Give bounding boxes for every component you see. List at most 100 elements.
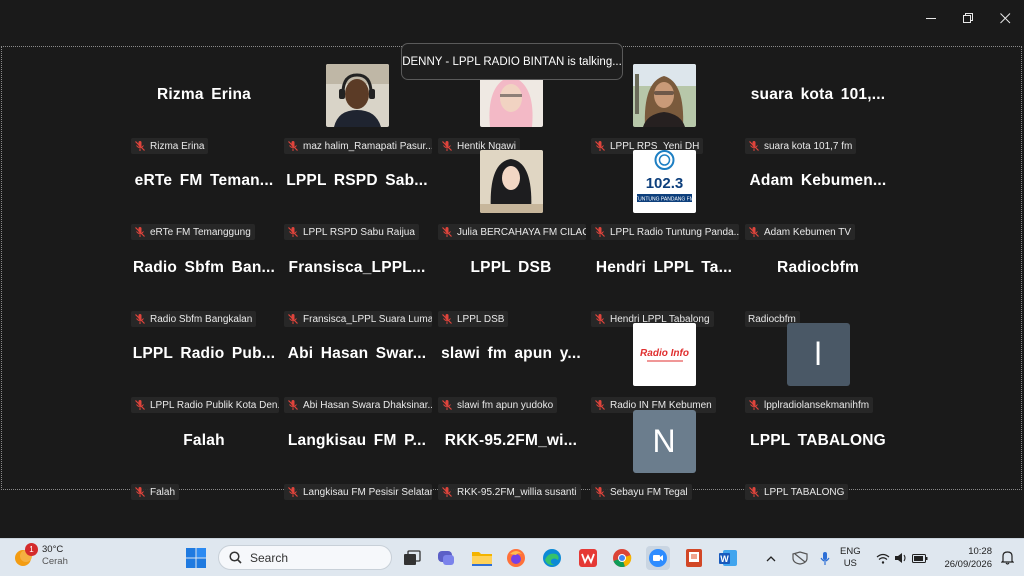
participant-tile[interactable]: suara kota 101,... suara kota 101,7 fm	[744, 63, 892, 154]
participant-name-label: Falah	[131, 484, 180, 500]
participant-name: RKK-95.2FM_willia susanti	[457, 486, 577, 498]
tile-content: LPPL DSB	[437, 236, 585, 300]
participant-tile[interactable]: LPPL Radio Pub... LPPL Radio Publik Kota …	[130, 322, 279, 413]
participant-tile[interactable]: Julia BERCAHAYA FM CILAC...	[437, 149, 586, 240]
tile-content: Fransisca_LPPL...	[283, 236, 431, 300]
participant-display-name: Radiocbfm	[777, 259, 859, 276]
participant-name-label: RKK-95.2FM_willia susanti	[438, 484, 581, 500]
participant-tile[interactable]: Adam Kebumen... Adam Kebumen TV	[744, 149, 892, 240]
participant-display-name: LPPL TABALONG	[750, 432, 886, 449]
weather-temp: 30°C	[42, 544, 64, 555]
participant-tile[interactable]: Radio Info Radio IN FM Kebumen	[590, 322, 738, 413]
participant-display-name: slawi fm apun y...	[441, 345, 581, 362]
participant-name-label: LPPL TABALONG	[745, 484, 849, 500]
participant-video	[632, 63, 696, 127]
task-view-icon[interactable]	[400, 546, 424, 570]
edge-icon[interactable]	[540, 546, 564, 570]
restore-button[interactable]	[950, 0, 987, 36]
participant-tile[interactable]: Radio Sbfm Ban... Radio Sbfm Bangkalan	[130, 236, 278, 327]
chat-icon[interactable]	[434, 546, 458, 570]
avatar: l	[786, 322, 850, 386]
chrome-icon[interactable]	[610, 546, 634, 570]
tile-content: LPPL RSPD Sab...	[283, 149, 431, 213]
participant-tile[interactable]: Langkisau FM P... Langkisau FM Pesisir Se…	[283, 409, 432, 500]
tile-content: Abi Hasan Swar...	[283, 322, 431, 386]
zoom-icon[interactable]	[646, 546, 670, 570]
participant-tile[interactable]: eRTe FM Teman... eRTe FM Temanggung	[130, 149, 278, 240]
mic-muted-icon	[134, 486, 146, 498]
participant-tile[interactable]: Rizma Erina Rizma Erina	[130, 63, 278, 154]
participant-tile[interactable]: Abi Hasan Swar... Abi Hasan Swara Dhaksin…	[283, 322, 432, 413]
tile-content: Hendri LPPL Ta...	[590, 236, 738, 300]
windows-taskbar: 1 30°C Cerah Search W ENG US 10:28 26/09…	[0, 538, 1024, 576]
participant-video: Radio Info	[632, 322, 696, 386]
weather-widget[interactable]: 1 30°C Cerah	[14, 543, 68, 568]
mic-muted-icon	[594, 486, 606, 498]
tile-content: Radio Sbfm Ban...	[130, 236, 278, 300]
participant-display-name: Langkisau FM P...	[287, 432, 427, 449]
participant-tile[interactable]: 102.3 TUNTUNG PANDANG FM LPPL Radio Tuntun…	[590, 149, 739, 240]
firefox-icon[interactable]	[504, 546, 528, 570]
participant-name: Falah	[150, 486, 176, 498]
tile-content: 102.3 TUNTUNG PANDANG FM	[590, 149, 738, 213]
participant-tile[interactable]: slawi fm apun y... slawi fm apun yudoko	[437, 322, 585, 413]
participant-tile[interactable]: LPPL DSB LPPL DSB	[437, 236, 585, 327]
file-explorer-icon[interactable]	[470, 546, 494, 570]
word-icon[interactable]: W	[716, 546, 740, 570]
participant-name-label: Langkisau FM Pesisir Selatan	[284, 484, 432, 500]
tile-content: LPPL TABALONG	[744, 409, 892, 473]
close-button[interactable]	[987, 0, 1024, 36]
tile-content: suara kota 101,...	[744, 63, 892, 127]
participant-tile[interactable]: Radiocbfm Radiocbfm	[744, 236, 892, 327]
tile-content: Radio Info	[590, 322, 738, 386]
search-icon	[229, 551, 242, 564]
taskbar-search[interactable]: Search	[218, 545, 392, 570]
system-clock[interactable]: 10:28 26/09/2026	[944, 545, 992, 571]
input-language[interactable]: ENG US	[840, 546, 861, 570]
minimize-button[interactable]	[913, 0, 950, 36]
quick-settings[interactable]	[874, 539, 930, 576]
participant-tile[interactable]: RKK-95.2FM_wi... RKK-95.2FM_willia susant…	[437, 409, 585, 500]
lang-line2: US	[843, 558, 857, 569]
mic-muted-icon	[441, 486, 453, 498]
participant-tile[interactable]: LPPL TABALONG LPPL TABALONG	[744, 409, 892, 500]
participant-video	[325, 63, 389, 127]
clock-date: 26/09/2026	[944, 559, 992, 570]
participant-tile[interactable]: l lpplradiolansekmanihfm	[744, 322, 892, 413]
participant-video	[479, 149, 543, 213]
participant-display-name: Abi Hasan Swar...	[287, 345, 427, 362]
participant-name-label: Sebayu FM Tegal	[591, 484, 692, 500]
tile-content: slawi fm apun y...	[437, 322, 585, 386]
tile-content: eRTe FM Teman...	[130, 149, 278, 213]
notification-badge: 1	[25, 543, 38, 556]
participant-tile[interactable]: LPPL RSPD Sab... LPPL RSPD Sabu Raijua	[283, 149, 431, 240]
participant-display-name: suara kota 101,...	[750, 86, 886, 103]
lang-line1: ENG	[840, 546, 861, 557]
wifi-icon	[874, 553, 892, 564]
participant-tile[interactable]: Falah Falah	[130, 409, 278, 500]
participant-video: 102.3 TUNTUNG PANDANG FM	[632, 149, 696, 213]
window-controls	[913, 0, 1024, 36]
powerpoint-icon[interactable]	[682, 546, 706, 570]
participant-tile[interactable]: Fransisca_LPPL... Fransisca_LPPL Suara Lu…	[283, 236, 432, 327]
notification-bell-icon[interactable]	[1000, 550, 1015, 570]
participant-display-name: Adam Kebumen...	[749, 172, 887, 189]
participant-name: LPPL TABALONG	[764, 486, 845, 498]
tile-content	[437, 149, 585, 213]
participant-display-name: Radio Sbfm Ban...	[132, 259, 276, 276]
logo-text: Radio Info	[640, 348, 689, 359]
system-tray	[762, 539, 836, 576]
zoom-meeting-window: DENNY - LPPL RADIO BINTAN is talking... …	[0, 0, 1024, 576]
participant-display-name: Fransisca_LPPL...	[288, 259, 426, 276]
wps-office-icon[interactable]	[576, 546, 600, 570]
participant-tile[interactable]: N Sebayu FM Tegal	[590, 409, 738, 500]
microphone-icon[interactable]	[814, 551, 836, 566]
windows-start-icon[interactable]	[185, 547, 207, 569]
chevron-up-icon[interactable]	[762, 555, 780, 562]
svg-text:W: W	[720, 554, 729, 564]
tile-content: Radiocbfm	[744, 236, 892, 300]
logo-text: 102.3	[645, 175, 683, 192]
participant-tile[interactable]: Hendri LPPL Ta... Hendri LPPL Tabalong	[590, 236, 738, 327]
weather-condition: Cerah	[42, 556, 68, 567]
vpn-icon[interactable]	[786, 551, 814, 565]
